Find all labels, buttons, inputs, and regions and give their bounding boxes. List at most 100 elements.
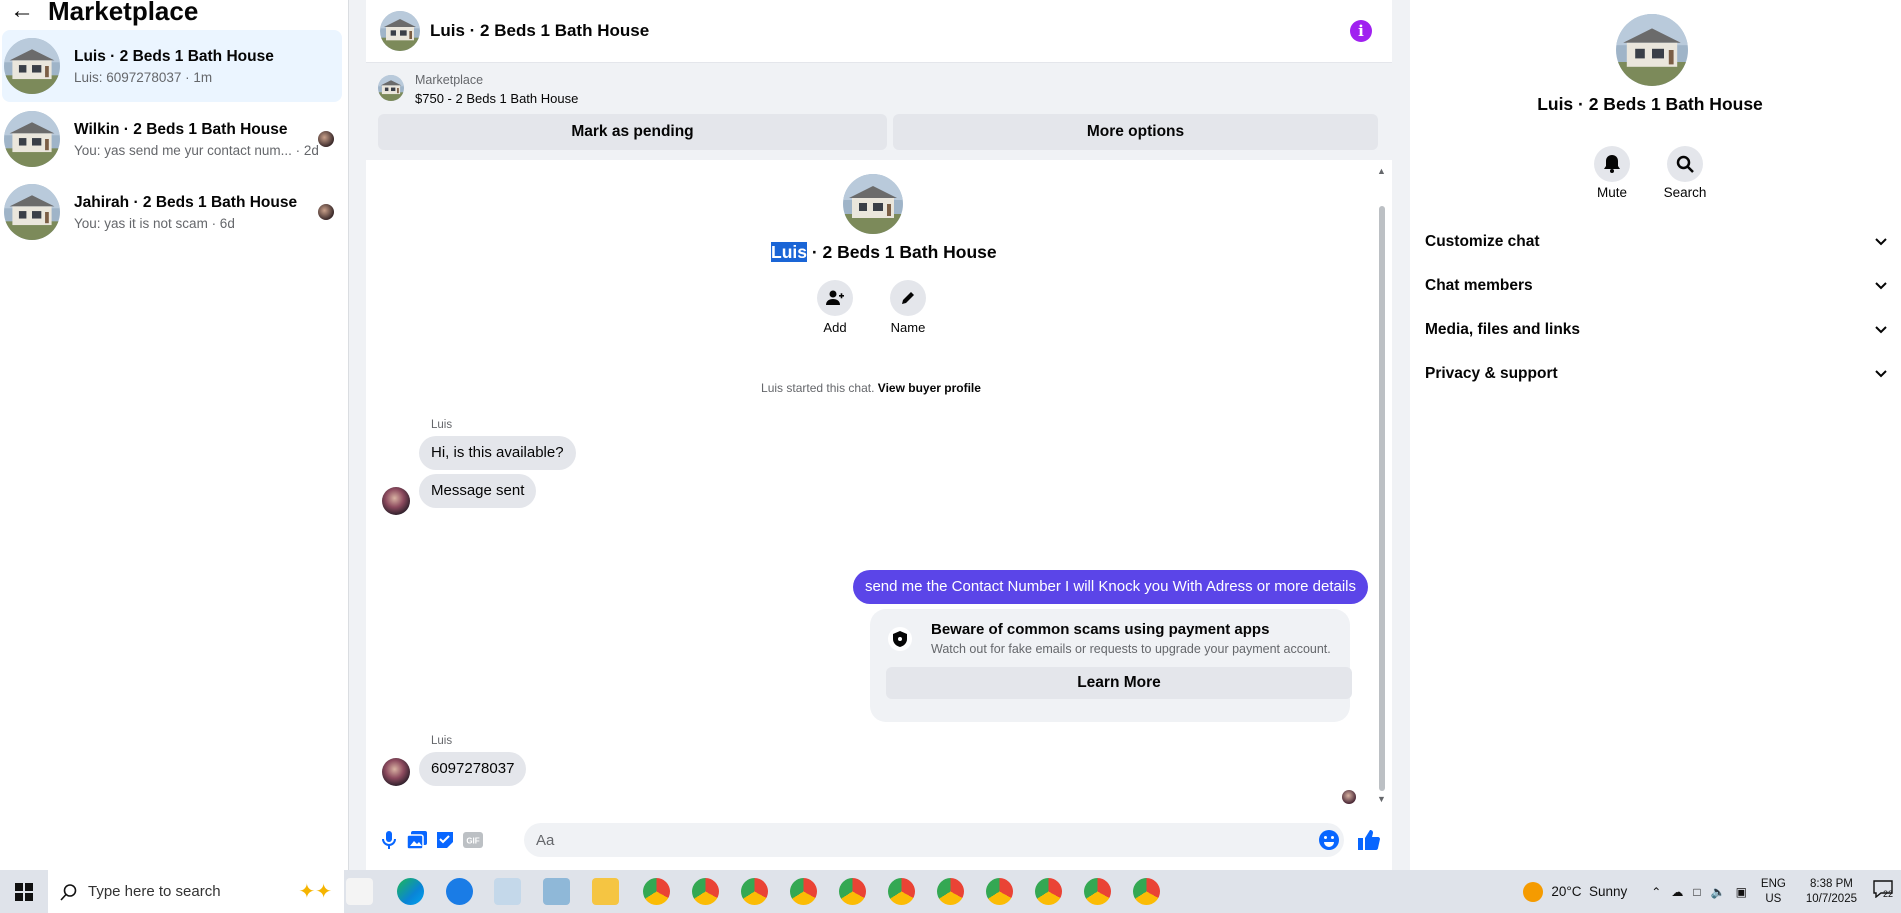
chevron-down-icon (1872, 277, 1890, 295)
chrome-profile-icon[interactable] (1035, 878, 1062, 905)
chrome-profile-icon[interactable] (839, 878, 866, 905)
scroll-up-arrow-icon[interactable]: ▲ (1377, 166, 1386, 176)
listing-thumbnail (4, 38, 60, 94)
chat-avatar[interactable] (380, 11, 420, 51)
sidebar-header: ← Marketplace (0, 0, 348, 24)
conversation-item-jahirah[interactable]: Jahirah · 2 Beds 1 Bath House You: yas i… (2, 176, 342, 248)
windows-taskbar: Type here to search ✦✦ 20°C Sunny ⌃ ☁ □ … (0, 870, 1901, 913)
taskbar-search-box[interactable]: Type here to search ✦✦ (48, 870, 344, 913)
customize-chat-section[interactable]: Customize chat (1425, 230, 1890, 254)
chat-panel: Luis · 2 Beds 1 Bath House i Marketplace… (366, 0, 1392, 870)
onedrive-icon[interactable]: ☁ (1671, 885, 1683, 899)
scam-warning-title: Beware of common scams using payment app… (931, 621, 1270, 638)
media-files-links-section[interactable]: Media, files and links (1425, 318, 1890, 342)
privacy-support-section[interactable]: Privacy & support (1425, 362, 1890, 386)
weather-text[interactable]: 20°C Sunny (1551, 884, 1627, 899)
scroll-thumb[interactable] (1379, 206, 1385, 791)
volume-icon[interactable]: 🔈 (1711, 885, 1726, 899)
more-options-button[interactable]: More options (893, 114, 1378, 150)
mark-as-pending-button[interactable]: Mark as pending (378, 114, 887, 150)
chrome-profile-icon[interactable] (1133, 878, 1160, 905)
scam-warning-card: Beware of common scams using payment app… (870, 609, 1352, 722)
incoming-message[interactable]: Message sent (419, 474, 537, 508)
conversation-title: Wilkin · 2 Beds 1 Bath House (74, 120, 288, 138)
search-button[interactable] (1667, 146, 1703, 182)
language-bottom: US (1765, 892, 1782, 905)
gif-icon[interactable]: GIF (462, 829, 484, 851)
conversation-title: Jahirah · 2 Beds 1 Bath House (74, 193, 298, 211)
add-person-icon (826, 290, 844, 305)
search-icon (60, 883, 77, 901)
listing-label: Marketplace (415, 73, 484, 87)
chrome-profile-icon[interactable] (1084, 878, 1111, 905)
listing-thumbnail (4, 111, 60, 167)
svg-text:GIF: GIF (466, 837, 479, 846)
message-thread: ▲ ▼ Luis · 2 Beds 1 Bath House Add Name … (366, 162, 1392, 812)
mute-button[interactable] (1594, 146, 1630, 182)
microphone-icon[interactable] (378, 829, 400, 851)
add-person-button[interactable] (817, 280, 853, 316)
scroll-down-arrow-icon[interactable]: ▼ (1377, 794, 1386, 804)
chrome-profile-icon[interactable] (790, 878, 817, 905)
sender-name: Luis (431, 419, 453, 431)
notification-count: 22 (1883, 888, 1894, 899)
clock[interactable]: 8:38 PM 10/7/2025 (1806, 877, 1857, 907)
read-receipt-avatar (318, 204, 334, 220)
photos-app-icon[interactable] (494, 878, 521, 905)
sender-avatar[interactable] (382, 758, 410, 786)
weather-sun-icon[interactable] (1523, 881, 1544, 902)
section-label: Media, files and links (1425, 321, 1581, 338)
message-input[interactable] (524, 823, 1344, 857)
conversation-name-rest: · 2 Beds 1 Bath House (806, 242, 997, 262)
chrome-profile-icon[interactable] (888, 878, 915, 905)
sticker-icon[interactable] (434, 829, 456, 851)
listing-price[interactable]: $750 - 2 Beds 1 Bath House (415, 91, 578, 106)
chat-title[interactable]: Luis · 2 Beds 1 Bath House (430, 21, 649, 41)
mute-label: Mute (1596, 185, 1627, 200)
notes-app-icon[interactable] (543, 878, 570, 905)
chrome-profile-icon[interactable] (741, 878, 768, 905)
conversation-item-wilkin[interactable]: Wilkin · 2 Beds 1 Bath House You: yas se… (2, 103, 342, 175)
task-view-icon[interactable] (346, 878, 373, 905)
edit-name-button[interactable] (890, 280, 926, 316)
incoming-message[interactable]: 6097278037 (419, 752, 527, 786)
sender-name: Luis (431, 735, 453, 747)
file-explorer-icon[interactable] (592, 878, 619, 905)
chrome-active-icon[interactable] (643, 878, 670, 905)
chevron-up-icon[interactable]: ⌃ (1651, 885, 1661, 899)
chat-started-notice: Luis started this chat. View buyer profi… (366, 381, 1376, 395)
chevron-down-icon (1872, 321, 1890, 339)
thread-scrollbar[interactable]: ▲ ▼ (1377, 162, 1387, 812)
conversation-avatar (843, 174, 903, 234)
notifications-icon[interactable]: 22 (1873, 879, 1897, 904)
network-icon[interactable]: ▣ (1736, 885, 1747, 899)
chrome-profile-icon[interactable] (937, 878, 964, 905)
language-indicator[interactable]: ENG US (1761, 877, 1786, 907)
add-label: Add (823, 320, 847, 335)
learn-more-button[interactable]: Learn More (886, 667, 1352, 699)
conversation-preview: You: yas it is not scam · 6d (74, 215, 235, 231)
chat-members-section[interactable]: Chat members (1425, 274, 1890, 298)
pencil-icon (902, 292, 914, 304)
outgoing-message[interactable]: send me the Contact Number I will Knock … (852, 570, 1368, 604)
conversation-item-luis[interactable]: Luis · 2 Beds 1 Bath House Luis: 6097278… (2, 30, 342, 102)
listing-thumbnail[interactable] (378, 75, 404, 101)
app-c-icon[interactable] (446, 878, 473, 905)
info-icon[interactable]: i (1350, 20, 1372, 42)
photo-icon[interactable] (406, 829, 428, 851)
sender-avatar[interactable] (382, 487, 410, 515)
windows-start-icon[interactable] (0, 870, 48, 913)
emoji-icon[interactable] (1318, 829, 1340, 851)
system-tray: 20°C Sunny ⌃ ☁ □ 🔈 ▣ ENG US 8:38 PM 10/7… (1523, 870, 1901, 913)
clock-time: 8:38 PM (1810, 877, 1853, 890)
chrome-profile-icon[interactable] (986, 878, 1013, 905)
chrome-profile-icon[interactable] (692, 878, 719, 905)
section-label: Customize chat (1425, 233, 1540, 250)
incoming-message[interactable]: Hi, is this available? (419, 436, 576, 470)
sparkle-icon[interactable]: ✦✦ (298, 879, 332, 904)
view-buyer-profile-link[interactable]: View buyer profile (878, 381, 981, 395)
edge-browser-icon[interactable] (397, 878, 424, 905)
back-arrow-icon[interactable]: ← (10, 0, 34, 23)
thumbs-up-icon[interactable] (1358, 829, 1380, 851)
meet-now-icon[interactable]: □ (1693, 885, 1700, 899)
